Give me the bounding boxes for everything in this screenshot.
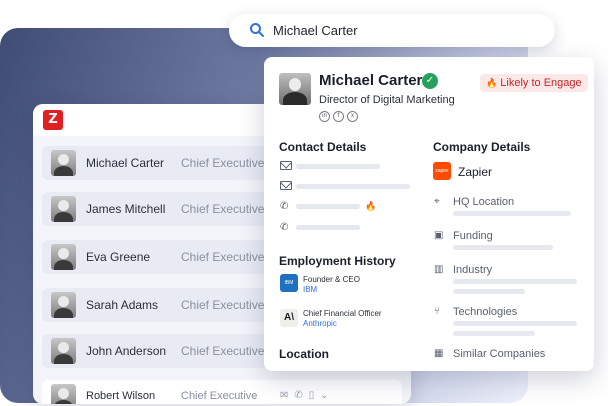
row-name: James Mitchell <box>86 202 166 216</box>
avatar <box>51 244 76 270</box>
row-title: Chief Executive <box>181 202 265 216</box>
avatar <box>51 292 76 318</box>
funding-label: Funding <box>453 230 493 242</box>
mobile-icon[interactable]: ▯ <box>309 390 321 401</box>
mail-icon <box>280 181 292 190</box>
avatar <box>51 338 76 364</box>
email-placeholder <box>296 184 410 189</box>
row-name: Robert Wilson <box>86 390 156 402</box>
flame-icon: 🔥 <box>486 78 498 88</box>
mail-icon <box>280 161 292 170</box>
avatar <box>51 196 76 222</box>
avatar <box>51 384 76 404</box>
technologies-icon: ⑂ <box>434 306 440 317</box>
technologies-label: Technologies <box>453 306 518 318</box>
row-title: Chief Executive <box>181 156 265 170</box>
row-title: Chief Executive <box>181 298 265 312</box>
search-input[interactable]: Michael Carter <box>273 23 358 38</box>
profile-name: Michael Carter <box>319 72 423 89</box>
avatar <box>51 150 76 176</box>
phone-placeholder <box>296 225 360 230</box>
employment-company[interactable]: IBM <box>303 285 317 294</box>
row-name: John Anderson <box>86 344 167 358</box>
similar-companies-icon: ▦ <box>434 348 444 359</box>
industry-placeholder <box>453 289 525 294</box>
engage-label: Likely to Engage <box>500 77 582 89</box>
email-placeholder <box>296 164 380 169</box>
technologies-placeholder <box>453 321 577 326</box>
employment-history-title: Employment History <box>279 254 396 268</box>
ibm-logo-icon: IBM <box>280 274 298 292</box>
industry-icon: ▥ <box>434 264 444 275</box>
row-title: Chief Executive <box>181 250 265 264</box>
row-name: Eva Greene <box>86 250 151 264</box>
company-name[interactable]: Zapier <box>458 165 492 179</box>
phone-placeholder <box>296 204 360 209</box>
stage: Z Michael Carter Chief Executive James M… <box>0 0 608 406</box>
funding-icon: ▣ <box>434 230 444 241</box>
industry-placeholder <box>453 279 577 284</box>
row-title: Chief Executive <box>181 344 265 358</box>
chevron-down-icon[interactable]: ⌄ <box>320 390 334 401</box>
company-details-title: Company Details <box>433 140 531 154</box>
list-row[interactable]: Robert Wilson Chief Executive ✉✆▯⌄ <box>42 380 402 404</box>
hq-location-label: HQ Location <box>453 196 515 208</box>
phone-icon: ✆ <box>280 201 289 212</box>
search-bar[interactable]: Michael Carter <box>229 14 555 47</box>
funding-placeholder <box>453 245 553 250</box>
employment-company[interactable]: Anthropic <box>303 319 337 328</box>
location-title: Location <box>279 347 329 361</box>
phone-icon[interactable]: ✆ <box>294 390 308 401</box>
social-links: in f x <box>319 111 361 129</box>
mail-icon[interactable]: ✉ <box>280 390 294 401</box>
location-pin-icon: ⌖ <box>434 196 440 207</box>
employment-role: Founder & CEO <box>303 275 360 284</box>
engage-badge: 🔥 Likely to Engage <box>480 74 588 92</box>
profile-card: Michael Carter ✓ Director of Digital Mar… <box>264 57 594 371</box>
row-action-icons: ✉✆▯⌄ <box>280 390 335 401</box>
hq-location-placeholder <box>453 211 571 216</box>
profile-role: Director of Digital Marketing <box>319 94 455 106</box>
search-icon <box>250 23 264 37</box>
industry-label: Industry <box>453 264 493 276</box>
similar-companies-label: Similar Companies <box>453 348 546 360</box>
phone-icon: ✆ <box>280 222 289 233</box>
row-name: Sarah Adams <box>86 298 159 312</box>
profile-avatar <box>279 73 311 105</box>
app-logo-icon: Z <box>43 110 63 130</box>
technologies-placeholder <box>453 331 535 336</box>
anthropic-logo-icon: A\ <box>280 309 298 327</box>
verified-check-icon: ✓ <box>422 73 438 89</box>
employment-role: Chief Financial Officer <box>303 309 382 318</box>
contact-details-title: Contact Details <box>279 140 367 154</box>
row-title: Chief Executive <box>181 390 258 402</box>
facebook-icon[interactable]: f <box>333 111 344 122</box>
zapier-logo-icon: zapier <box>433 162 451 180</box>
linkedin-icon[interactable]: in <box>319 111 330 122</box>
flame-icon: 🔥 <box>365 201 377 211</box>
x-icon[interactable]: x <box>347 111 358 122</box>
row-name: Michael Carter <box>86 156 165 170</box>
